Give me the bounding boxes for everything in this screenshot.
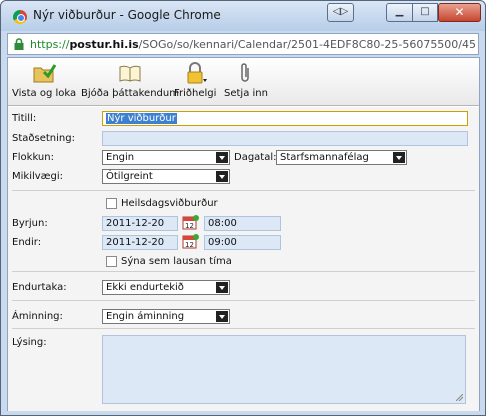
invite-label: Bjóða þáttakendum: [81, 88, 179, 99]
end-date-input[interactable]: 2011-12-20: [102, 235, 178, 250]
invite-attendees-button[interactable]: Bjóða þáttakendum: [81, 62, 179, 99]
divider: [12, 190, 475, 191]
category-value: Engin: [106, 152, 135, 163]
title-input[interactable]: Nýr viðburður: [102, 111, 468, 126]
end-time-input[interactable]: 09:00: [204, 235, 281, 250]
repeat-label: Endurtaka:: [12, 282, 67, 293]
chevron-down-icon: [216, 282, 228, 293]
chevron-down-icon: [393, 152, 405, 163]
save-folder-icon: [33, 64, 57, 83]
page-content: Vista og loka Bjóða þáttakendum Friðhelg…: [7, 57, 480, 411]
url-text[interactable]: https://postur.hi.is/SOGo/so/kennari/Cal…: [30, 38, 476, 51]
title-value: Nýr viðburður: [106, 113, 177, 124]
paperclip-icon: [241, 63, 249, 82]
priority-select[interactable]: Ótilgreint: [102, 169, 230, 184]
repeat-select[interactable]: Ekki endurtekið: [102, 280, 230, 295]
padlock-icon: [187, 62, 208, 84]
start-date-input[interactable]: 2011-12-20: [102, 216, 178, 231]
title-bar[interactable]: Nýr viðburður - Google Chrome ◁▷ ▁ □ ✕: [1, 1, 485, 31]
calendar-value: Starfsmannafélag: [280, 152, 369, 163]
address-bar[interactable]: https://postur.hi.is/SOGo/so/kennari/Cal…: [7, 33, 479, 55]
end-label: Endir:: [12, 237, 42, 248]
category-label: Flokkun:: [12, 152, 54, 163]
calendar-picker-icon[interactable]: 12: [182, 214, 199, 230]
all-day-label: Heilsdagsviðburður: [121, 198, 218, 209]
browser-window: Nýr viðburður - Google Chrome ◁▷ ▁ □ ✕ h…: [0, 0, 486, 416]
reminder-select[interactable]: Engin áminning: [102, 309, 230, 324]
description-label: Lýsing:: [12, 337, 47, 348]
privacy-label: Friðhelgi: [174, 88, 217, 99]
url-path: /SOGo/so/kennari/Calendar/2501-4EDF8C80-…: [138, 38, 476, 51]
divider: [12, 328, 475, 329]
reminder-label: Áminning:: [12, 311, 63, 322]
attach-label: Setja inn: [224, 88, 268, 99]
chevron-down-icon: [216, 311, 228, 322]
all-day-checkbox[interactable]: [106, 198, 117, 209]
calendar-picker-icon[interactable]: 12: [182, 233, 199, 249]
url-scheme: https://: [30, 38, 70, 51]
window-title: Nýr viðburður - Google Chrome: [33, 8, 221, 22]
chrome-logo-icon: [13, 10, 27, 24]
chevron-down-icon: [216, 171, 228, 182]
calendar-select[interactable]: Starfsmannafélag: [276, 150, 407, 165]
location-input[interactable]: [102, 131, 468, 146]
close-button[interactable]: ✕: [438, 3, 481, 22]
maximize-button[interactable]: □: [412, 3, 438, 22]
save-and-close-button[interactable]: Vista og loka: [12, 62, 76, 99]
save-label: Vista og loka: [12, 88, 77, 99]
privacy-button[interactable]: Friðhelgi: [174, 62, 216, 99]
show-free-checkbox[interactable]: [106, 256, 117, 267]
svg-text:12: 12: [185, 222, 194, 230]
location-label: Staðsetning:: [12, 133, 75, 144]
url-host: postur.hi.is: [69, 38, 139, 51]
minimize-button[interactable]: ▁: [386, 3, 413, 22]
start-label: Byrjun:: [12, 218, 48, 229]
priority-label: Mikilvægi:: [12, 171, 63, 182]
event-form: Titill: Nýr viðburður Staðsetning: Flokk…: [8, 107, 479, 411]
reminder-value: Engin áminning: [106, 311, 185, 322]
category-select[interactable]: Engin: [102, 150, 230, 165]
repeat-value: Ekki endurtekið: [106, 282, 184, 293]
event-toolbar: Vista og loka Bjóða þáttakendum Friðhelg…: [8, 58, 479, 106]
priority-value: Ótilgreint: [106, 171, 153, 182]
lock-icon: [14, 38, 24, 50]
svg-text:12: 12: [185, 241, 194, 249]
show-free-label: Sýna sem lausan tíma: [121, 256, 232, 267]
attach-button[interactable]: Setja inn: [224, 62, 268, 99]
divider: [12, 300, 475, 301]
calendar-label: Dagatal:: [234, 152, 277, 163]
chevron-down-icon: [216, 152, 228, 163]
resize-grip-icon[interactable]: [456, 394, 463, 401]
title-label: Titill:: [12, 113, 37, 124]
navigate-icon[interactable]: ◁▷: [327, 3, 354, 22]
description-textarea[interactable]: [102, 335, 466, 404]
divider: [12, 271, 475, 272]
book-icon: [119, 65, 141, 82]
start-time-input[interactable]: 08:00: [204, 216, 281, 231]
